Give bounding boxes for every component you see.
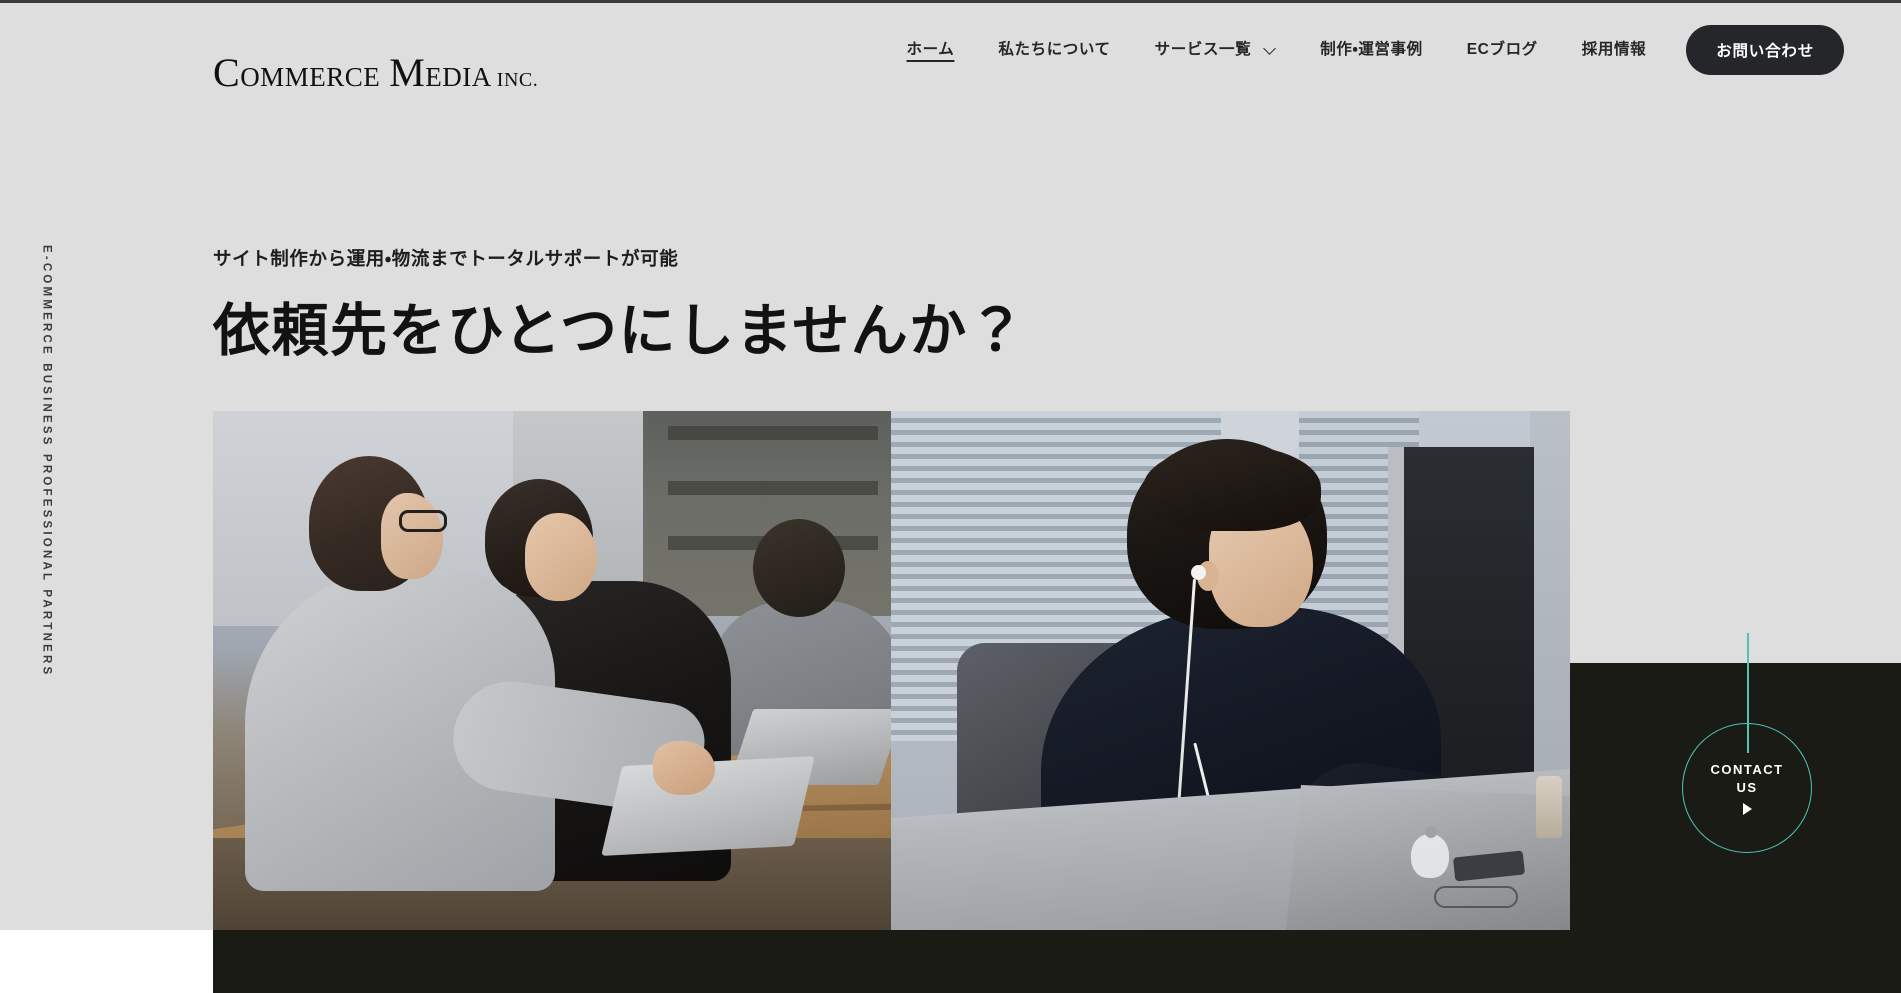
contact-circle-label-line2: US [1736,779,1758,795]
photo-right-earphone-bud [1191,565,1206,580]
site-logo-text: COMMERCE MEDIA INC. [213,53,538,93]
nav-item-blog-label: ECブログ [1466,40,1538,58]
hero-subtitle: サイト制作から運用・物流までトータルサポートが可能 [213,248,679,269]
site-logo[interactable]: COMMERCE MEDIA INC. [213,53,538,93]
nav-item-cases-label: 制作・運営事例 [1320,40,1423,58]
side-vertical-tagline: E-COMMERCE BUSINESS PROFESSIONAL PARTNER… [40,245,53,678]
photo-left-person-1-glasses [399,510,447,532]
nav-item-home[interactable]: ホーム [885,34,977,66]
hero-title: 依頼先をひとつにしませんか？ [213,299,1027,363]
contact-circle-ring: CONTACT US [1682,723,1812,853]
chevron-down-icon [1265,43,1276,54]
photo-right-glasses [1434,886,1518,908]
photo-left-person-3-head [753,519,845,617]
logo-letter-m: M [389,50,426,95]
header-contact-button[interactable]: お問い合わせ [1686,25,1844,75]
nav-item-cases[interactable]: 制作・運営事例 [1298,34,1444,66]
hero-photo-group [213,411,1570,930]
nav-item-recruit[interactable]: 採用情報 [1560,34,1668,66]
nav-item-recruit-label: 採用情報 [1581,40,1647,58]
photo-right-laptop-logo [1411,826,1449,878]
nav-item-blog[interactable]: ECブログ [1445,34,1560,66]
photo-left-person-2-face [525,513,597,601]
logo-word-ommerce: OMMERCE [240,62,381,92]
nav-item-home-label: ホーム [906,40,955,58]
contact-circle-label: CONTACT US [1710,761,1783,796]
hero-text-block: サイト制作から運用・物流までトータルサポートが可能 依頼先をひとつにしませんか？ [213,245,1026,365]
nav-item-services[interactable]: サービス一覧 [1133,34,1299,66]
site-header: COMMERCE MEDIA INC. ホーム 私たちについて サービス一覧 制作… [0,3,1901,103]
photo-left-shelf-2 [668,481,878,495]
nav-item-about-label: 私たちについて [998,40,1111,58]
bottom-left-white-block [0,930,213,993]
photo-left-person-1-hand [653,741,715,795]
logo-letter-c: C [213,50,241,95]
nav-item-about[interactable]: 私たちについて [976,34,1132,66]
main-navigation: ホーム 私たちについて サービス一覧 制作・運営事例 ECブログ 採用情報 お問… [885,25,1844,75]
browser-top-edge [0,0,1901,3]
logo-word-inc: INC. [496,69,539,91]
photo-left-shelf-1 [668,426,878,440]
hero-photo-developer [891,411,1570,930]
contact-us-circle-button[interactable]: CONTACT US [1682,633,1812,853]
hero-photo-office-team [213,411,891,930]
nav-item-services-label: サービス一覧 [1154,40,1252,58]
contact-circle-label-line1: CONTACT [1710,761,1784,777]
photo-right-bottle [1536,776,1562,838]
photo-right-person-hair [1143,445,1321,531]
logo-word-edia: EDIA [425,62,492,92]
play-triangle-icon [1742,803,1752,816]
